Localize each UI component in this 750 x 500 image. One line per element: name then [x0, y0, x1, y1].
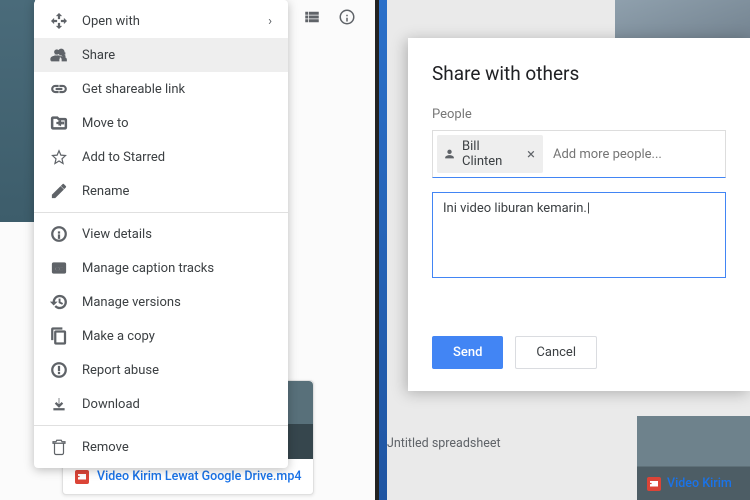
people-label: People — [432, 107, 726, 122]
menu-item-label: Manage caption tracks — [82, 261, 214, 276]
menu-item-open-with[interactable]: Open with › — [34, 4, 288, 38]
left-pane: Open with › Share Get shareable link Move to… — [0, 0, 375, 500]
info-toolbar-icon[interactable] — [334, 4, 360, 30]
menu-item-label: Rename — [82, 184, 129, 199]
menu-item-trash[interactable]: Remove — [34, 430, 288, 464]
dialog-title: Share with others — [432, 62, 726, 85]
video-filetype-icon — [75, 470, 89, 484]
share-dialog: Share with others People Bill Clinten × … — [408, 38, 750, 391]
person-chip[interactable]: Bill Clinten × — [437, 135, 543, 173]
report-icon — [50, 361, 68, 379]
open-with-icon — [50, 12, 68, 30]
menu-item-label: Make a copy — [82, 329, 155, 344]
pane-divider — [375, 0, 379, 500]
people-field[interactable]: Bill Clinten × — [432, 130, 726, 178]
menu-item-label: Get shareable link — [82, 82, 185, 97]
menu-item-share[interactable]: Share — [34, 38, 288, 72]
list-view-icon[interactable] — [299, 4, 325, 30]
menu-item-label: Share — [82, 48, 115, 63]
bg-file-label: Jntitled spreadsheet — [387, 436, 501, 451]
menu-separator — [34, 425, 288, 426]
context-menu: Open with › Share Get shareable link Move to… — [34, 0, 288, 468]
menu-item-label: Manage versions — [82, 295, 181, 310]
menu-item-label: Remove — [82, 440, 129, 455]
move-icon — [50, 114, 68, 132]
add-people-input[interactable] — [547, 139, 725, 170]
info-icon — [50, 225, 68, 243]
trash-icon — [50, 438, 68, 456]
menu-item-report[interactable]: Report abuse — [34, 353, 288, 387]
file-name-label: Video Kirim Lewat Google Drive.mp4 — [97, 469, 301, 484]
star-icon — [50, 148, 68, 166]
rename-icon — [50, 182, 68, 200]
menu-item-label: Report abuse — [82, 363, 159, 378]
menu-item-label: Open with — [82, 14, 140, 29]
versions-icon — [50, 293, 68, 311]
copy-icon — [50, 327, 68, 345]
bg-file-label: Video Kirim — [647, 476, 732, 491]
menu-item-copy[interactable]: Make a copy — [34, 319, 288, 353]
menu-item-versions[interactable]: Manage versions — [34, 285, 288, 319]
menu-item-link[interactable]: Get shareable link — [34, 72, 288, 106]
chevron-right-icon: › — [268, 14, 272, 29]
menu-item-label: Move to — [82, 116, 129, 131]
menu-item-rename[interactable]: Rename — [34, 174, 288, 208]
video-filetype-icon — [647, 477, 661, 491]
background-thumbnail — [0, 0, 35, 222]
message-textarea[interactable] — [432, 192, 726, 278]
cancel-button[interactable]: Cancel — [515, 336, 597, 369]
menu-item-star[interactable]: Add to Starred — [34, 140, 288, 174]
menu-item-label: Download — [82, 397, 140, 412]
menu-item-cc[interactable]: Manage caption tracks — [34, 251, 288, 285]
menu-item-download[interactable]: Download — [34, 387, 288, 421]
send-button[interactable]: Send — [432, 336, 503, 369]
share-icon — [50, 46, 68, 64]
menu-item-label: Add to Starred — [82, 150, 165, 165]
menu-separator — [34, 212, 288, 213]
menu-item-move[interactable]: Move to — [34, 106, 288, 140]
cc-icon — [50, 259, 68, 277]
right-pane: Jntitled spreadsheet Video Kirim Share w… — [375, 0, 750, 500]
chip-label: Bill Clinten — [462, 139, 519, 169]
person-icon — [443, 147, 456, 161]
menu-item-info[interactable]: View details — [34, 217, 288, 251]
link-icon — [50, 80, 68, 98]
menu-item-label: View details — [82, 227, 152, 242]
chip-remove-icon[interactable]: × — [525, 145, 537, 163]
download-icon — [50, 395, 68, 413]
